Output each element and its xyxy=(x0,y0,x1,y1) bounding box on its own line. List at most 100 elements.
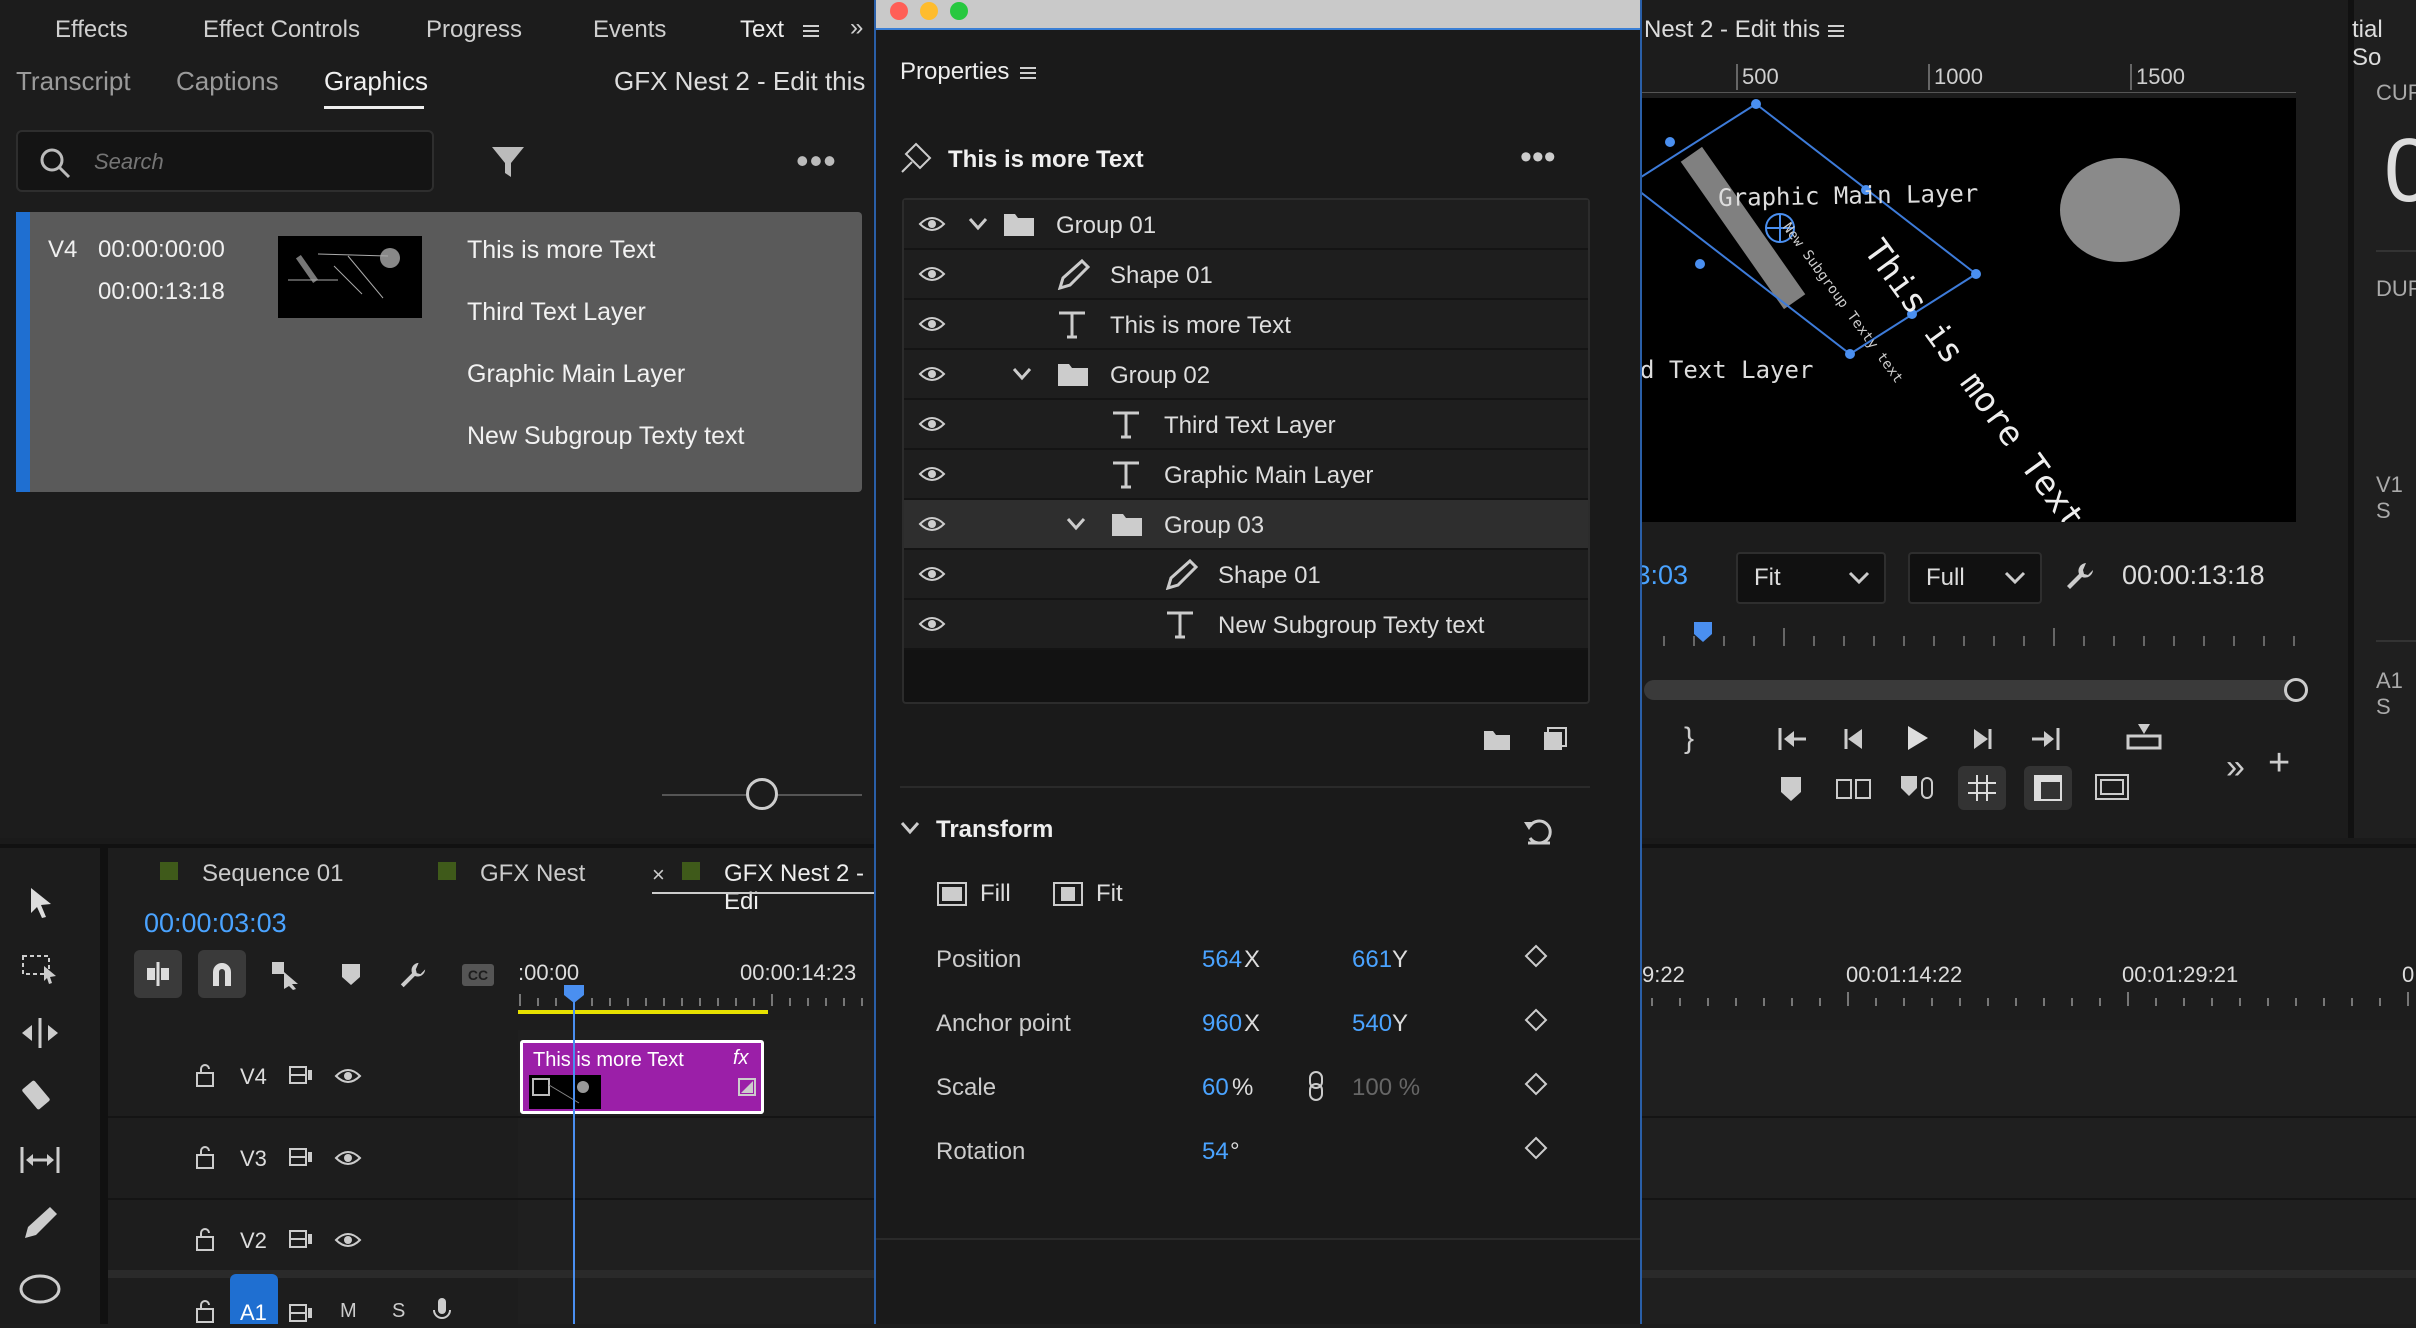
fill-frame-icon[interactable] xyxy=(936,880,968,908)
fill-button[interactable]: Fill xyxy=(980,880,1011,908)
linked-selection-icon[interactable] xyxy=(270,960,302,990)
sync-lock-icon[interactable] xyxy=(288,1146,314,1168)
playhead-handle[interactable] xyxy=(563,984,585,1004)
keyframe-diamond-icon[interactable] xyxy=(1524,1008,1548,1032)
fit-dropdown[interactable]: Fit xyxy=(1736,552,1886,604)
tab-gfx-nest[interactable]: GFX Nest xyxy=(480,860,585,888)
eye-icon[interactable] xyxy=(918,264,946,284)
eye-icon[interactable] xyxy=(918,214,946,234)
sync-lock-icon[interactable] xyxy=(288,1228,314,1250)
add-marker-icon[interactable] xyxy=(340,962,362,988)
graphic-item-card[interactable]: V4 00:00:00:00 00:00:13:18 This is more … xyxy=(16,212,862,492)
eye-icon[interactable] xyxy=(918,314,946,334)
wrench-icon[interactable] xyxy=(2064,560,2096,592)
reset-icon[interactable] xyxy=(1522,816,1556,846)
eye-icon[interactable] xyxy=(918,614,946,634)
tab-transcript[interactable]: Transcript xyxy=(16,66,131,97)
window-titlebar[interactable] xyxy=(876,0,1640,28)
lock-icon[interactable] xyxy=(194,1226,216,1252)
eye-icon[interactable] xyxy=(918,414,946,434)
work-area-bar[interactable] xyxy=(518,1010,768,1014)
rulers-button[interactable] xyxy=(2024,766,2072,810)
resolution-dropdown[interactable]: Full xyxy=(1908,552,2042,604)
zoom-window-button[interactable] xyxy=(950,2,968,20)
program-menu-icon[interactable] xyxy=(1828,22,1844,40)
captions-icon[interactable]: CC xyxy=(462,964,494,986)
keyframe-diamond-icon[interactable] xyxy=(1524,1136,1548,1160)
timeline-timecode[interactable]: 00:00:03:03 xyxy=(144,908,287,939)
keyframe-diamond-icon[interactable] xyxy=(1524,1072,1548,1096)
lock-icon[interactable] xyxy=(194,1144,216,1170)
step-forward-icon[interactable] xyxy=(1966,724,1996,754)
insert-nest-button[interactable] xyxy=(134,950,182,998)
eye-icon[interactable] xyxy=(334,1148,362,1168)
razor-tool-icon[interactable] xyxy=(20,1078,60,1114)
tab-effects[interactable]: Effects xyxy=(55,16,128,44)
monitor-view-icon[interactable] xyxy=(2094,772,2130,802)
chevron-down-icon[interactable] xyxy=(900,820,920,836)
sync-lock-icon[interactable] xyxy=(288,1302,314,1324)
link-icon[interactable] xyxy=(1306,1070,1326,1102)
mark-out-icon[interactable]: } xyxy=(1684,722,1694,756)
add-marker-icon[interactable] xyxy=(1778,774,1804,804)
track-area-right[interactable] xyxy=(1640,1030,2416,1324)
chevron-down-icon[interactable] xyxy=(1012,366,1032,382)
more-options-icon[interactable]: ••• xyxy=(1520,138,1556,177)
track-select-tool-icon[interactable] xyxy=(20,952,60,986)
keyframe-diamond-icon[interactable] xyxy=(1524,944,1548,968)
new-layer-icon[interactable] xyxy=(1542,726,1568,752)
close-window-button[interactable] xyxy=(890,2,908,20)
slider-handle[interactable] xyxy=(746,778,778,810)
layer-row[interactable]: Graphic Main Layer xyxy=(904,450,1588,500)
scrollbar-handle[interactable] xyxy=(2284,678,2308,702)
tab-gfx-nest-2[interactable]: GFX Nest 2 - Edi xyxy=(724,860,874,916)
layer-row[interactable]: This is more Text xyxy=(904,300,1588,350)
anchor-y-value[interactable]: 540 xyxy=(1352,1010,1392,1038)
snap-button[interactable] xyxy=(198,950,246,998)
add-button-icon[interactable]: + xyxy=(2268,742,2290,785)
tab-events[interactable]: Events xyxy=(593,16,666,44)
selection-tool-icon[interactable] xyxy=(26,886,56,920)
layer-row[interactable]: Shape 01 xyxy=(904,550,1588,600)
layer-row[interactable]: Shape 01 xyxy=(904,250,1588,300)
layer-row-selected[interactable]: Group 03 xyxy=(904,500,1588,550)
tab-text[interactable]: Text xyxy=(740,16,784,44)
mute-button[interactable]: M xyxy=(340,1300,357,1323)
safe-margins-button[interactable] xyxy=(1958,766,2006,810)
zoom-scrollbar[interactable] xyxy=(1644,678,2308,702)
lock-icon[interactable] xyxy=(194,1062,216,1088)
eye-icon[interactable] xyxy=(918,464,946,484)
eye-icon[interactable] xyxy=(918,364,946,384)
comparison-view-icon[interactable] xyxy=(1834,774,1874,804)
ripple-edit-tool-icon[interactable] xyxy=(20,1016,60,1050)
microphone-icon[interactable] xyxy=(432,1296,452,1324)
position-x-value[interactable]: 564 xyxy=(1202,946,1242,974)
layer-row[interactable]: Third Text Layer xyxy=(904,400,1588,450)
step-back-icon[interactable] xyxy=(1840,724,1870,754)
minimize-window-button[interactable] xyxy=(920,2,938,20)
tab-progress[interactable]: Progress xyxy=(426,16,522,44)
properties-menu-icon[interactable] xyxy=(1020,64,1036,82)
go-to-out-icon[interactable] xyxy=(2028,724,2062,754)
wrench-icon[interactable] xyxy=(398,960,428,990)
program-scrub-ruler[interactable] xyxy=(1644,620,2300,650)
layer-row[interactable]: Group 01 xyxy=(904,200,1588,250)
panel-menu-icon[interactable] xyxy=(803,22,819,40)
eye-icon[interactable] xyxy=(334,1066,362,1086)
lock-icon[interactable] xyxy=(194,1298,216,1324)
layer-row[interactable]: New Subgroup Texty text xyxy=(904,600,1588,650)
fit-frame-icon[interactable] xyxy=(1052,880,1084,908)
overflow-chevron-icon[interactable]: » xyxy=(2226,748,2245,787)
solo-button[interactable]: S xyxy=(392,1300,405,1323)
play-icon[interactable] xyxy=(1902,722,1932,754)
graphic-clip[interactable]: This is more Text fx xyxy=(520,1040,764,1114)
fit-button[interactable]: Fit xyxy=(1096,880,1123,908)
sync-lock-icon[interactable] xyxy=(288,1064,314,1086)
export-frame-icon[interactable] xyxy=(2124,722,2164,752)
tab-sequence-01[interactable]: Sequence 01 xyxy=(202,860,343,888)
slip-tool-icon[interactable] xyxy=(18,1144,62,1176)
pen-tool-icon[interactable] xyxy=(20,1204,60,1242)
anchor-x-value[interactable]: 960 xyxy=(1202,1010,1242,1038)
program-canvas[interactable]: Graphic Main Layer This is more Text d T… xyxy=(1640,98,2296,522)
layer-row[interactable]: Group 02 xyxy=(904,350,1588,400)
